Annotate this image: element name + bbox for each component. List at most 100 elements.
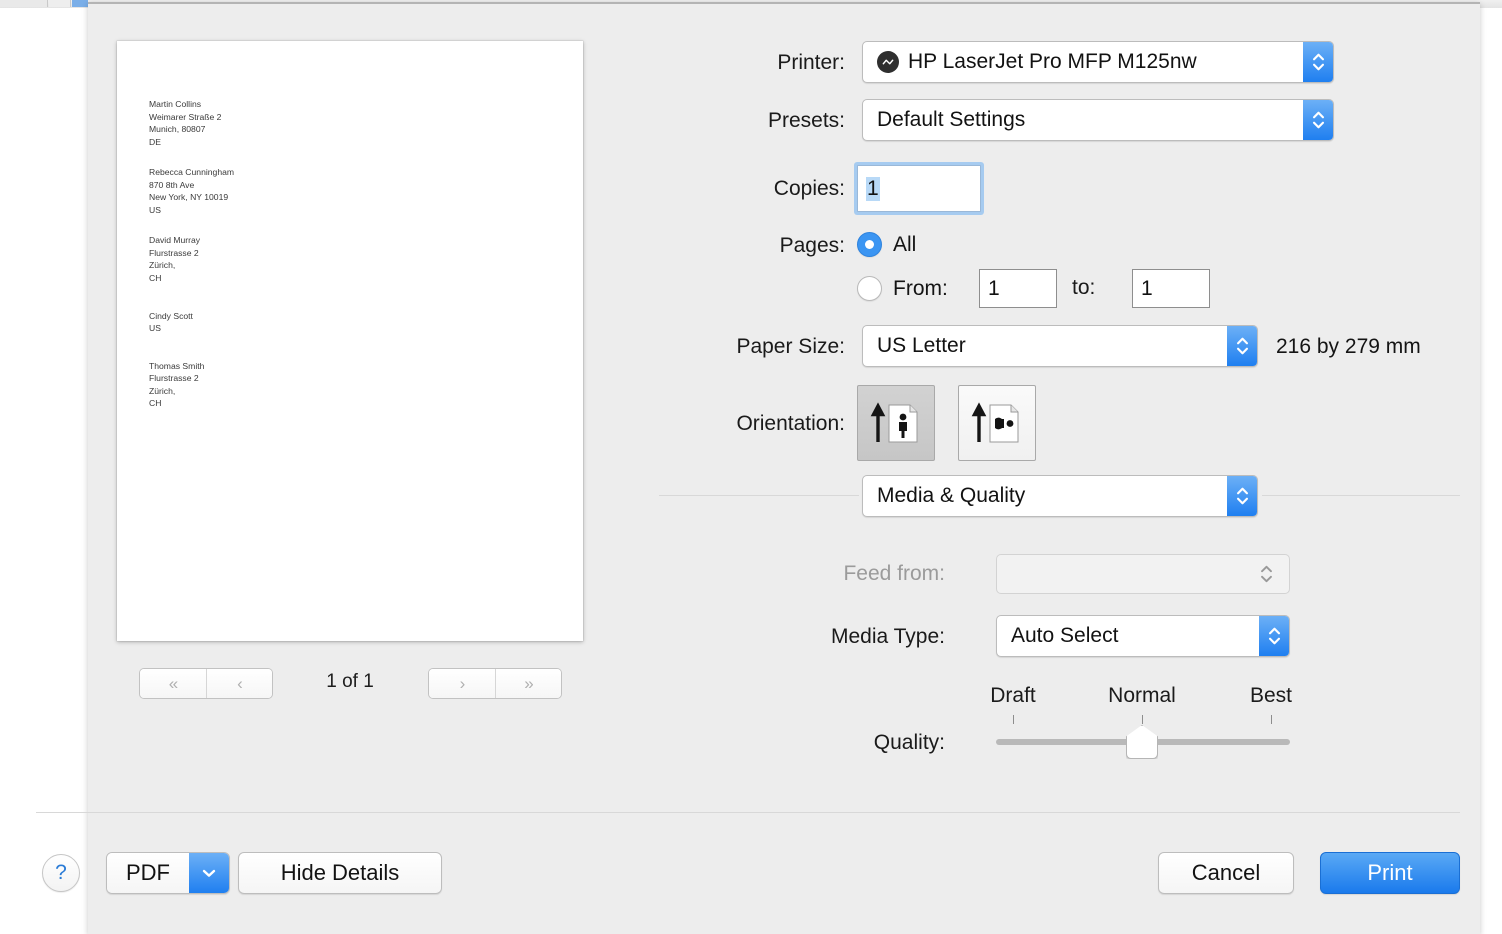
cancel-button[interactable]: Cancel xyxy=(1158,852,1294,894)
preview-text-line: US xyxy=(149,204,161,215)
copies-label: Copies: xyxy=(773,177,845,200)
paper-size-select-value: US Letter xyxy=(877,334,966,357)
preview-text-line: US xyxy=(149,323,161,334)
orientation-landscape-button[interactable] xyxy=(958,385,1036,461)
preview-text-line: Zürich, xyxy=(149,385,176,396)
print-label: Print xyxy=(1367,860,1413,885)
preview-text-line: Martin Collins xyxy=(149,99,202,109)
presets-select-value: Default Settings xyxy=(877,108,1026,131)
preview-text-line: Weimarer Straße 2 xyxy=(149,111,222,122)
preview-text-line: New York, NY 10019 xyxy=(149,192,229,203)
background-tab-3 xyxy=(72,0,88,7)
chevron-down-icon xyxy=(1312,121,1324,129)
pane-separator-right xyxy=(1262,495,1460,496)
pages-from-label: From: xyxy=(893,276,948,300)
next-page-button[interactable]: › xyxy=(429,669,495,698)
hide-details-button[interactable]: Hide Details xyxy=(238,852,442,894)
help-icon: ? xyxy=(55,861,67,884)
paper-size-label: Paper Size: xyxy=(736,335,845,358)
preview-address-block: Martin Collins Weimarer Straße 2 Munich, 8… xyxy=(149,98,529,148)
pdf-button[interactable]: PDF xyxy=(106,852,230,894)
help-button[interactable]: ? xyxy=(42,854,80,892)
chevron-up-icon xyxy=(1312,53,1324,61)
printer-select[interactable]: HP LaserJet Pro MFP M125nw xyxy=(862,41,1334,83)
printer-label: Printer: xyxy=(777,51,845,74)
preview-text-line: CH xyxy=(149,273,162,284)
printer-select-value-wrap: HP LaserJet Pro MFP M125nw xyxy=(863,50,1303,74)
pages-to-input[interactable]: 1 xyxy=(1132,269,1210,308)
pages-all-radio-row[interactable]: All xyxy=(857,232,916,257)
pages-label: Pages: xyxy=(779,234,845,257)
quality-tick-draft: Draft xyxy=(990,684,1036,707)
orientation-portrait-button[interactable] xyxy=(857,385,935,461)
preview-text-line: Flurstrasse 2 xyxy=(149,373,199,384)
previous-page-button[interactable]: ‹ xyxy=(206,669,272,698)
last-page-button[interactable]: » xyxy=(495,669,561,698)
quality-tick-normal: Normal xyxy=(1108,684,1176,707)
print-options-pane-select[interactable]: Media & Quality xyxy=(862,475,1258,517)
pdf-menu-arrow[interactable] xyxy=(189,853,229,893)
preview-text-line: Rebecca Cunningham xyxy=(149,167,235,178)
media-type-label: Media Type: xyxy=(830,625,945,648)
feed-from-select xyxy=(996,554,1290,594)
copies-input[interactable]: 1 xyxy=(857,165,981,212)
paper-dimensions-text: 216 by 279 mm xyxy=(1276,335,1421,358)
preview-text-line: Cindy Scott xyxy=(149,310,193,321)
page-nav-forward-group[interactable]: › » xyxy=(428,668,562,699)
page-nav-backward-group[interactable]: « ‹ xyxy=(139,668,273,699)
portrait-orientation-icon xyxy=(870,402,918,443)
first-page-label: « xyxy=(168,673,179,693)
quality-tick-mark-best xyxy=(1271,715,1272,724)
preview-address-block: David Murray Flurstrasse 2 Zürich, CH xyxy=(149,234,529,284)
preview-text-line: Thomas Smith xyxy=(149,360,205,371)
printer-select-stepper[interactable] xyxy=(1303,42,1333,82)
preview-text-line: CH xyxy=(149,398,162,409)
pages-range-radio-row[interactable]: From: xyxy=(857,276,948,301)
preview-text-line: Zürich, xyxy=(149,260,176,271)
chevron-down-icon xyxy=(1312,63,1324,71)
pages-range-radio[interactable] xyxy=(857,276,882,301)
chevron-down-icon xyxy=(1236,497,1248,505)
chevron-down-icon xyxy=(202,869,216,877)
pane-select-value: Media & Quality xyxy=(877,484,1026,507)
background-tab-2 xyxy=(49,0,71,7)
pane-separator-left xyxy=(659,495,859,496)
paper-size-select-stepper[interactable] xyxy=(1227,326,1257,366)
paper-size-select-value-wrap: US Letter xyxy=(863,334,1227,358)
preview-text-line: David Murray xyxy=(149,235,201,246)
quality-tick-best: Best xyxy=(1249,684,1293,707)
pages-from-input[interactable]: 1 xyxy=(979,269,1057,308)
pages-from-value: 1 xyxy=(988,276,1000,300)
chevron-up-icon xyxy=(1236,337,1248,345)
pages-all-radio[interactable] xyxy=(857,232,882,257)
printer-status-icon xyxy=(877,51,899,73)
chevron-down-icon xyxy=(1236,347,1248,355)
media-type-select[interactable]: Auto Select xyxy=(996,615,1290,657)
chevron-up-icon xyxy=(1268,627,1280,635)
last-page-label: » xyxy=(524,673,534,693)
pages-to-value: 1 xyxy=(1141,276,1153,300)
footer-separator xyxy=(36,812,1460,813)
presets-select[interactable]: Default Settings xyxy=(862,99,1334,141)
chevron-up-icon xyxy=(1312,111,1324,119)
feed-from-label: Feed from: xyxy=(843,562,945,585)
first-page-button[interactable]: « xyxy=(140,669,206,698)
preview-text-line: 870 8th Ave xyxy=(149,179,195,190)
paper-size-select[interactable]: US Letter xyxy=(862,325,1258,367)
preview-address-block: Rebecca Cunningham 870 8th Ave New York, N… xyxy=(149,166,529,216)
pane-select-stepper[interactable] xyxy=(1227,476,1257,516)
preview-address-block: Cindy Scott US xyxy=(149,310,529,335)
print-button[interactable]: Print xyxy=(1320,852,1460,894)
presets-label: Presets: xyxy=(767,109,845,132)
page-indicator: 1 of 1 xyxy=(326,671,374,692)
preview-text-line: DE xyxy=(149,136,161,147)
chevron-up-icon xyxy=(1260,565,1272,573)
quality-label: Quality: xyxy=(873,731,945,754)
orientation-label: Orientation: xyxy=(736,412,845,435)
pane-select-value-wrap: Media & Quality xyxy=(863,484,1227,508)
hide-details-label: Hide Details xyxy=(280,860,400,885)
presets-select-stepper[interactable] xyxy=(1303,100,1333,140)
media-type-select-stepper[interactable] xyxy=(1259,616,1289,656)
media-type-select-value: Auto Select xyxy=(1011,624,1119,647)
preview-document-text: Martin Collins Weimarer Straße 2 Munich, 8… xyxy=(149,98,529,428)
